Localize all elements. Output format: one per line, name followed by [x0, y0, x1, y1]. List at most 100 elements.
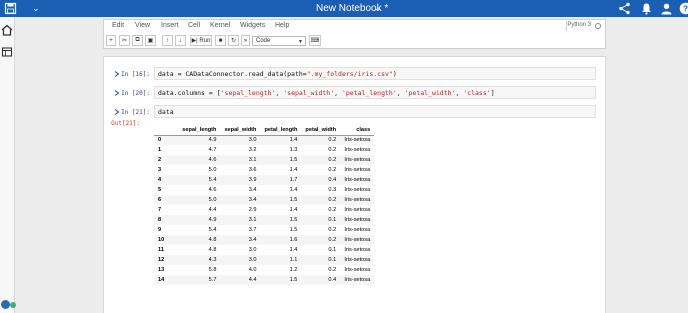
home-icon[interactable] [1, 24, 13, 36]
column-header: petal_width [301, 125, 341, 136]
code-input[interactable]: data [154, 105, 596, 118]
menu-insert[interactable]: Insert [161, 22, 179, 29]
table-cell: 1.4 [289, 187, 298, 193]
help-icon[interactable]: ? [679, 2, 688, 15]
table-cell: 3.4 [220, 235, 261, 245]
row-index: 1 [158, 147, 162, 153]
table-cell: Iris-setosa [340, 255, 375, 265]
bell-icon[interactable] [640, 2, 653, 15]
input-prompt: In [16]: [121, 71, 150, 78]
chevron-down-icon[interactable]: ⌄ [32, 3, 40, 13]
row-index: 4 [154, 175, 179, 185]
svg-text:?: ? [683, 4, 688, 13]
table-cell: Iris-setosa [340, 235, 375, 245]
run-button[interactable]: ▶| Run [190, 35, 212, 46]
table-cell: 3.1 [220, 215, 261, 225]
code-text: , [334, 89, 342, 97]
row-index: 10 [154, 235, 179, 245]
table-cell: Iris-setosa [344, 267, 371, 273]
cell-type-select[interactable]: Code ▼ [252, 36, 306, 46]
table-cell: 3.2 [248, 147, 257, 153]
menu-edit[interactable]: Edit [112, 22, 124, 29]
index-header [154, 125, 179, 136]
table-cell: 3.4 [248, 187, 257, 193]
row-index: 7 [158, 207, 162, 213]
run-label: Run [199, 37, 211, 44]
table-cell: 5.4 [208, 227, 217, 233]
table-cell: 1.5 [289, 227, 298, 233]
restart-icon[interactable]: ↻ [228, 35, 239, 46]
table-header-row: sepal_length sepal_width petal_length pe… [154, 125, 375, 136]
table-cell: 0.4 [301, 275, 341, 285]
code-string: 'class' [463, 89, 491, 97]
table-cell: 1.5 [260, 195, 302, 205]
output-prompt: Out[21]: [111, 120, 140, 127]
table-cell: Iris-setosa [344, 247, 371, 253]
table-row: 11 4.8 3.0 1.4 0.1 Iris-setosa [154, 245, 374, 255]
files-icon[interactable] [1, 46, 13, 58]
keyboard-icon[interactable]: ⌨ [309, 35, 321, 46]
table-cell: 0.1 [301, 215, 341, 225]
table-cell: 1.5 [260, 155, 302, 165]
column-header: petal_length [260, 125, 302, 136]
table-cell: 5.7 [178, 275, 221, 285]
column-header: sepal_length [178, 125, 221, 136]
left-sidebar [0, 17, 16, 313]
table-cell: 1.1 [260, 255, 302, 265]
table-cell: Iris-setosa [340, 275, 375, 285]
stop-icon[interactable]: ■ [215, 35, 226, 46]
menu-cell[interactable]: Cell [188, 22, 200, 29]
add-cell-icon[interactable]: + [106, 35, 116, 46]
table-cell: 3.6 [248, 167, 257, 173]
table-cell: 3.0 [220, 255, 261, 265]
table-row: 10 4.8 3.4 1.6 0.2 Iris-setosa [154, 235, 375, 245]
move-down-icon[interactable]: ↓ [175, 35, 186, 46]
cut-icon[interactable]: ✂ [119, 35, 130, 46]
table-cell: 0.3 [328, 187, 337, 193]
table-cell: Iris-setosa [340, 195, 375, 205]
table-cell: 5.0 [178, 195, 221, 205]
table-cell: 1.6 [260, 235, 302, 245]
code-text: ) [392, 70, 397, 78]
paste-icon[interactable]: ▣ [145, 35, 156, 46]
row-index: 2 [154, 155, 179, 165]
table-cell: Iris-setosa [344, 147, 371, 153]
save-icon[interactable] [4, 2, 17, 15]
menu-view[interactable]: View [135, 22, 150, 29]
row-index: 14 [154, 275, 179, 285]
title-chevron-down-icon[interactable]: ⌄ [374, 3, 382, 13]
table-cell: 1.7 [260, 175, 302, 185]
menu-kernel[interactable]: Kernel [210, 22, 230, 29]
menu-help[interactable]: Help [275, 22, 289, 29]
status-indicator-icon [1, 300, 10, 309]
table-cell: 0.1 [301, 255, 341, 265]
table-cell: 4.0 [248, 267, 257, 273]
code-text: data.columns = [ [158, 89, 221, 97]
table-cell: 0.2 [328, 267, 337, 273]
table-cell: 5.0 [208, 167, 217, 173]
copy-icon[interactable]: ⧉ [132, 35, 143, 46]
table-cell: Iris-setosa [344, 187, 371, 193]
table-cell: 3.9 [220, 175, 261, 185]
table-row: 14 5.7 4.4 1.5 0.4 Iris-setosa [154, 275, 375, 285]
share-icon[interactable] [618, 2, 631, 15]
table-cell: Iris-setosa [340, 135, 375, 145]
table-cell: 1.4 [260, 135, 302, 145]
table-cell: 4.9 [178, 135, 221, 145]
table-row: 5 4.6 3.4 1.4 0.3 Iris-setosa [154, 185, 374, 195]
fast-forward-icon[interactable]: » [241, 35, 250, 46]
table-cell: 4.4 [220, 275, 261, 285]
table-cell: 0.2 [328, 227, 337, 233]
table-row: 9 5.4 3.7 1.5 0.2 Iris-setosa [154, 225, 374, 235]
code-input[interactable]: data = CADataConnector.read_data(path=".… [154, 67, 596, 80]
input-prompt: In [20]: [121, 90, 150, 97]
column-header: class [340, 125, 375, 136]
move-up-icon[interactable]: ↑ [162, 35, 173, 46]
table-cell: 3.0 [248, 247, 257, 253]
code-text: ] [490, 89, 495, 97]
user-icon[interactable] [660, 2, 673, 15]
table-row: 4 5.4 3.9 1.7 0.4 Iris-setosa [154, 175, 375, 185]
row-index: 0 [154, 135, 179, 145]
code-input[interactable]: data.columns = ['sepal_length', 'sepal_w… [154, 86, 596, 99]
menu-widgets[interactable]: Widgets [240, 22, 265, 29]
